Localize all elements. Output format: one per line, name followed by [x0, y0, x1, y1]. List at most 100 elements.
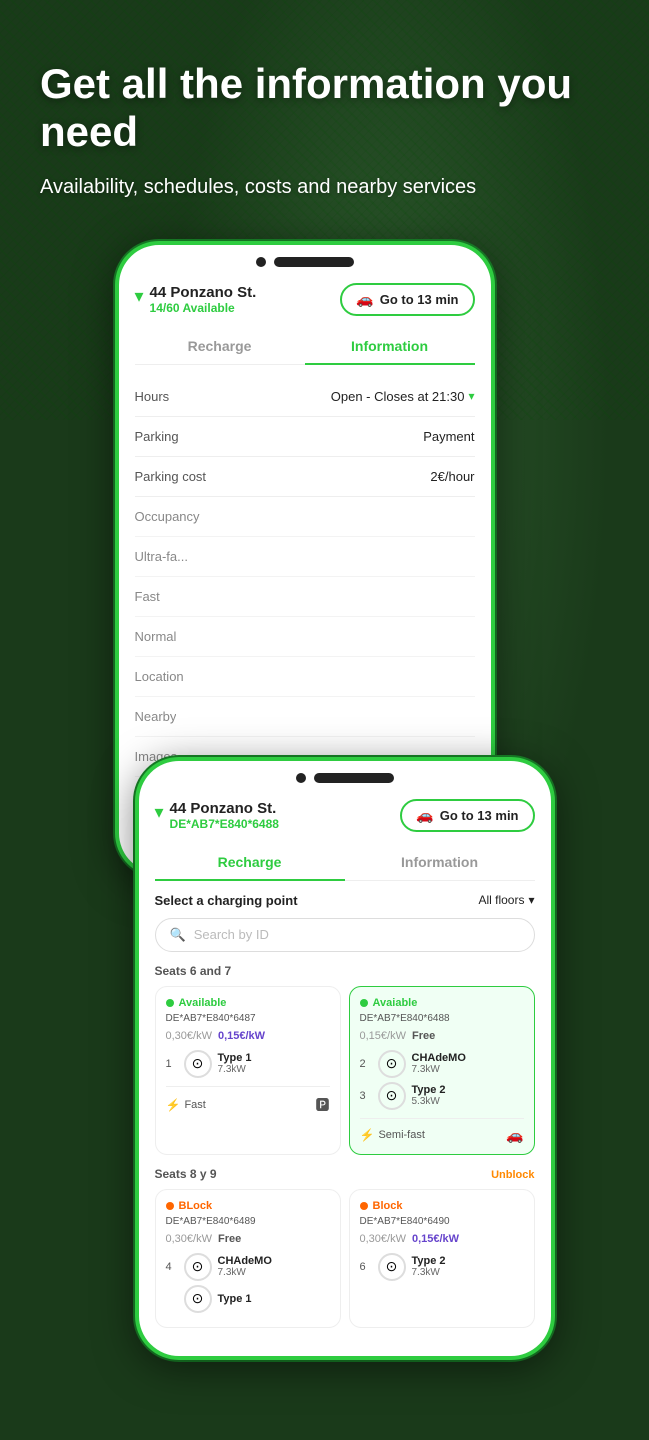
notch-back — [119, 245, 491, 275]
charger-id-6490: DE*AB7*E840*6490 — [360, 1216, 524, 1227]
phone-back-header: ▾ 44 Ponzano St. 14/60 Available 🚗 Go to… — [135, 275, 475, 328]
status-row-6489: BLock — [166, 1200, 330, 1212]
go-button-back-label: Go to 13 min — [380, 292, 459, 307]
parking-icon-6488: 🚗 — [506, 1127, 523, 1144]
price-free-6489: Free — [218, 1233, 241, 1245]
info-row-location: Location — [135, 657, 475, 697]
connector-icon-4: ⊙ — [184, 1253, 212, 1281]
seat-group-title-2: Seats 8 y 9 — [155, 1167, 217, 1181]
status-dot-6487 — [166, 999, 174, 1007]
connector-icon-6: ⊙ — [378, 1253, 406, 1281]
conn-power-6: 7.3kW — [412, 1267, 524, 1278]
status-row-6487: Available — [166, 997, 330, 1009]
info-row-ultrafast: Ultra-fa... — [135, 537, 475, 577]
price-row-6489: 0,30€/kW Free — [166, 1233, 330, 1245]
phones-container: ▾ 44 Ponzano St. 14/60 Available 🚗 Go to… — [0, 221, 649, 1400]
price-old-6488: 0,15€/kW — [360, 1030, 406, 1042]
tab-information-back[interactable]: Information — [305, 328, 475, 364]
status-text-6487: Available — [179, 997, 227, 1009]
charger-card-6487[interactable]: Available DE*AB7*E840*6487 0,30€/kW 0,15… — [155, 986, 341, 1155]
location-info-front: 44 Ponzano St. DE*AB7*E840*6488 — [170, 800, 279, 831]
go-button-front[interactable]: 🚗 Go to 13 min — [400, 799, 534, 832]
connector-icon-2: ⊙ — [378, 1050, 406, 1078]
hours-value: Open - Closes at 21:30 ▾ — [331, 389, 475, 404]
conn-num-2: 2 — [360, 1058, 372, 1070]
price-old-6487: 0,30€/kW — [166, 1030, 212, 1042]
phone-front: ▾ 44 Ponzano St. DE*AB7*E840*6488 🚗 Go t… — [135, 757, 555, 1360]
tabs-front: Recharge Information — [155, 844, 535, 881]
tab-recharge-front[interactable]: Recharge — [155, 844, 345, 880]
conn-info-4: CHAdeMO 7.3kW — [218, 1255, 330, 1278]
speed-badge-6487: ⚡ Fast — [166, 1098, 206, 1112]
charger-id-6489: DE*AB7*E840*6489 — [166, 1216, 330, 1227]
conn-type-1: Type 1 — [218, 1052, 330, 1064]
speed-label-6487: Fast — [184, 1099, 205, 1111]
location-name-front: 44 Ponzano St. — [170, 800, 279, 817]
price-old-6490: 0,30€/kW — [360, 1233, 406, 1245]
price-row-6488: 0,15€/kW Free — [360, 1030, 524, 1042]
parking-cost-value: 2€/hour — [430, 469, 474, 484]
parking-value: Payment — [423, 429, 474, 444]
status-row-6488: Avaiable — [360, 997, 524, 1009]
conn-power-2: 7.3kW — [412, 1064, 524, 1075]
price-new-6490: 0,15€/kW — [412, 1233, 459, 1245]
seats-group-2-header: Seats 8 y 9 Unblock — [155, 1167, 535, 1189]
location-info: 44 Ponzano St. 14/60 Available — [150, 284, 257, 315]
charger-footer-6488: ⚡ Semi-fast 🚗 — [360, 1118, 524, 1144]
charger-card-6489[interactable]: BLock DE*AB7*E840*6489 0,30€/kW Free 4 ⊙… — [155, 1189, 341, 1328]
parking-icon-6487: 🅿 — [316, 1095, 330, 1115]
price-new-6487: 0,15€/kW — [218, 1030, 265, 1042]
notch-front — [139, 761, 551, 791]
info-row-occupancy: Occupancy — [135, 497, 475, 537]
conn-num-4: 4 — [166, 1261, 178, 1273]
status-dot-6488 — [360, 999, 368, 1007]
location-name: 44 Ponzano St. — [150, 284, 257, 301]
hours-chevron: ▾ — [468, 389, 474, 403]
info-row-hours: Hours Open - Closes at 21:30 ▾ — [135, 377, 475, 417]
price-free-6488: Free — [412, 1030, 435, 1042]
info-row-nearby: Nearby — [135, 697, 475, 737]
parking-label: Parking — [135, 429, 179, 444]
connector-row-6488-2: 3 ⊙ Type 2 5.3kW — [360, 1082, 524, 1110]
conn-info-2: CHAdeMO 7.3kW — [412, 1052, 524, 1075]
phone-front-content: ▾ 44 Ponzano St. DE*AB7*E840*6488 🚗 Go t… — [139, 791, 551, 1356]
go-button-back[interactable]: 🚗 Go to 13 min — [340, 283, 474, 316]
tab-recharge-back[interactable]: Recharge — [135, 328, 305, 364]
info-row-parking: Parking Payment — [135, 417, 475, 457]
location-label: Location — [135, 669, 184, 684]
conn-type-6: Type 2 — [412, 1255, 524, 1267]
price-row-6490: 0,30€/kW 0,15€/kW — [360, 1233, 524, 1245]
header-left: ▾ 44 Ponzano St. 14/60 Available — [135, 284, 257, 315]
status-text-6489: BLock — [179, 1200, 213, 1212]
connector-row-6490-1: 6 ⊙ Type 2 7.3kW — [360, 1253, 524, 1281]
connector-row-6488-1: 2 ⊙ CHAdeMO 7.3kW — [360, 1050, 524, 1078]
charger-card-6490[interactable]: Block DE*AB7*E840*6490 0,30€/kW 0,15€/kW… — [349, 1189, 535, 1328]
conn-info-6: Type 2 7.3kW — [412, 1255, 524, 1278]
unblock-button[interactable]: Unblock — [491, 1169, 534, 1181]
all-floors-dropdown[interactable]: All floors ▾ — [478, 893, 534, 907]
chevron-down-icon: ▾ — [135, 286, 144, 307]
charger-card-6488[interactable]: Avaiable DE*AB7*E840*6488 0,15€/kW Free … — [349, 986, 535, 1155]
location-id: DE*AB7*E840*6488 — [170, 817, 279, 831]
info-row-normal: Normal — [135, 617, 475, 657]
charger-footer-6487: ⚡ Fast 🅿 — [166, 1086, 330, 1115]
nearby-label: Nearby — [135, 709, 177, 724]
car-icon: 🚗 — [356, 291, 373, 308]
tabs-back: Recharge Information — [135, 328, 475, 365]
status-text-6488: Avaiable — [373, 997, 418, 1009]
notch-pill-front — [314, 773, 394, 783]
location-availability: 14/60 Available — [150, 301, 257, 315]
notch-dot — [256, 257, 266, 267]
conn-info-1: Type 1 7.3kW — [218, 1052, 330, 1075]
status-dot-6490 — [360, 1202, 368, 1210]
charger-id-6487: DE*AB7*E840*6487 — [166, 1013, 330, 1024]
seat-group-title-1: Seats 6 and 7 — [155, 964, 535, 978]
tab-information-front[interactable]: Information — [345, 844, 535, 880]
search-icon: 🔍 — [170, 927, 186, 943]
search-bar[interactable]: 🔍 Search by ID — [155, 918, 535, 952]
connector-icon-1: ⊙ — [184, 1050, 212, 1078]
conn-power-3: 5.3kW — [412, 1096, 524, 1107]
parking-cost-label: Parking cost — [135, 469, 207, 484]
chargers-row-2: BLock DE*AB7*E840*6489 0,30€/kW Free 4 ⊙… — [155, 1189, 535, 1328]
price-row-6487: 0,30€/kW 0,15€/kW — [166, 1030, 330, 1042]
